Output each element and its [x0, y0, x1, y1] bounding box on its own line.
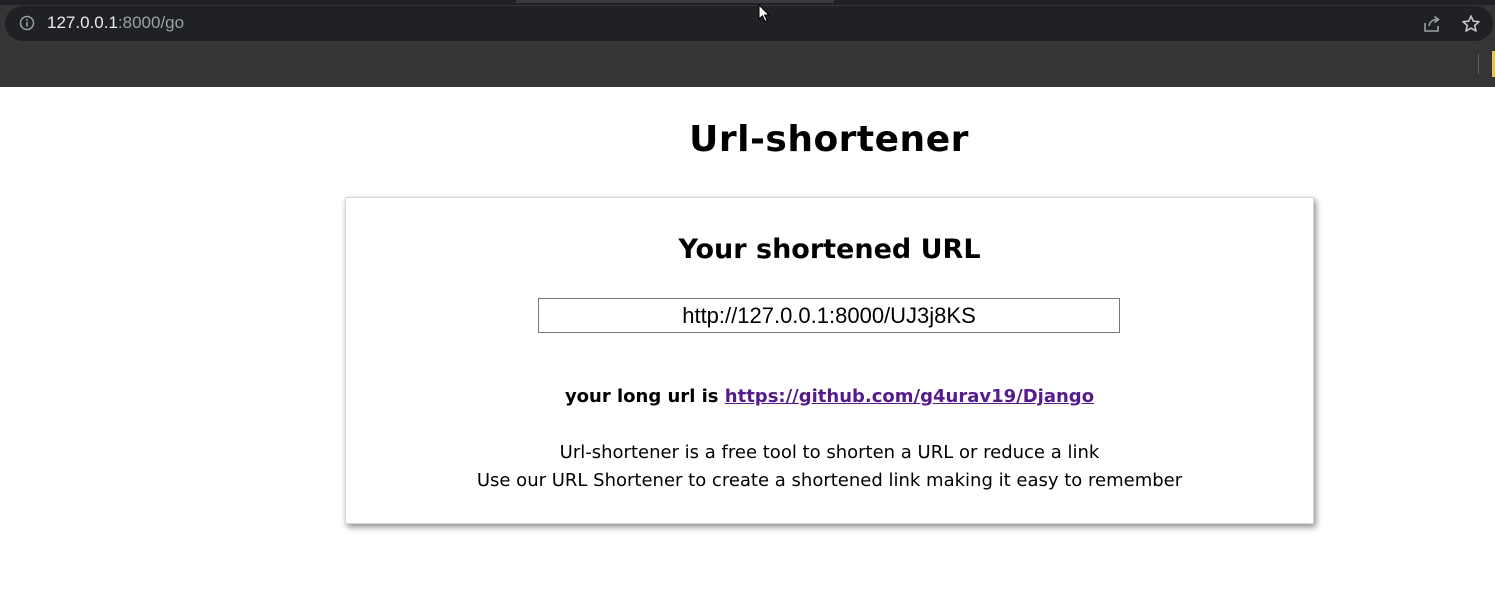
browser-chrome: 127.0.0.1:8000/go	[0, 0, 1495, 87]
url-host: 127.0.0.1	[47, 13, 118, 32]
shortened-url-field[interactable]	[538, 298, 1120, 333]
address-bar[interactable]: 127.0.0.1:8000/go	[5, 6, 1493, 41]
bookmark-divider	[1478, 54, 1479, 74]
card-heading: Your shortened URL	[678, 234, 981, 265]
page-title: Url-shortener	[689, 119, 969, 160]
share-icon[interactable]	[1422, 14, 1442, 34]
info-icon[interactable]	[19, 15, 35, 31]
bookmark-bar	[0, 41, 1495, 87]
result-card: Your shortened URL your long url is http…	[345, 197, 1314, 524]
description-line-2: Use our URL Shortener to create a shorte…	[476, 470, 1183, 491]
description-line-1: Url-shortener is a free tool to shorten …	[559, 442, 1100, 463]
star-icon[interactable]	[1461, 14, 1481, 34]
address-text[interactable]: 127.0.0.1:8000/go	[47, 13, 184, 33]
long-url-link[interactable]: https://github.com/g4urav19/Django	[725, 386, 1094, 407]
url-path: :8000/go	[117, 13, 185, 32]
page-content: Url-shortener Your shortened URL your lo…	[0, 87, 1495, 602]
mouse-cursor-icon	[758, 4, 771, 23]
active-tab[interactable]	[516, 0, 834, 3]
long-url-line: your long url is https://github.com/g4ur…	[346, 386, 1313, 407]
tab-strip	[0, 0, 1495, 5]
long-url-label: your long url is	[564, 386, 725, 407]
